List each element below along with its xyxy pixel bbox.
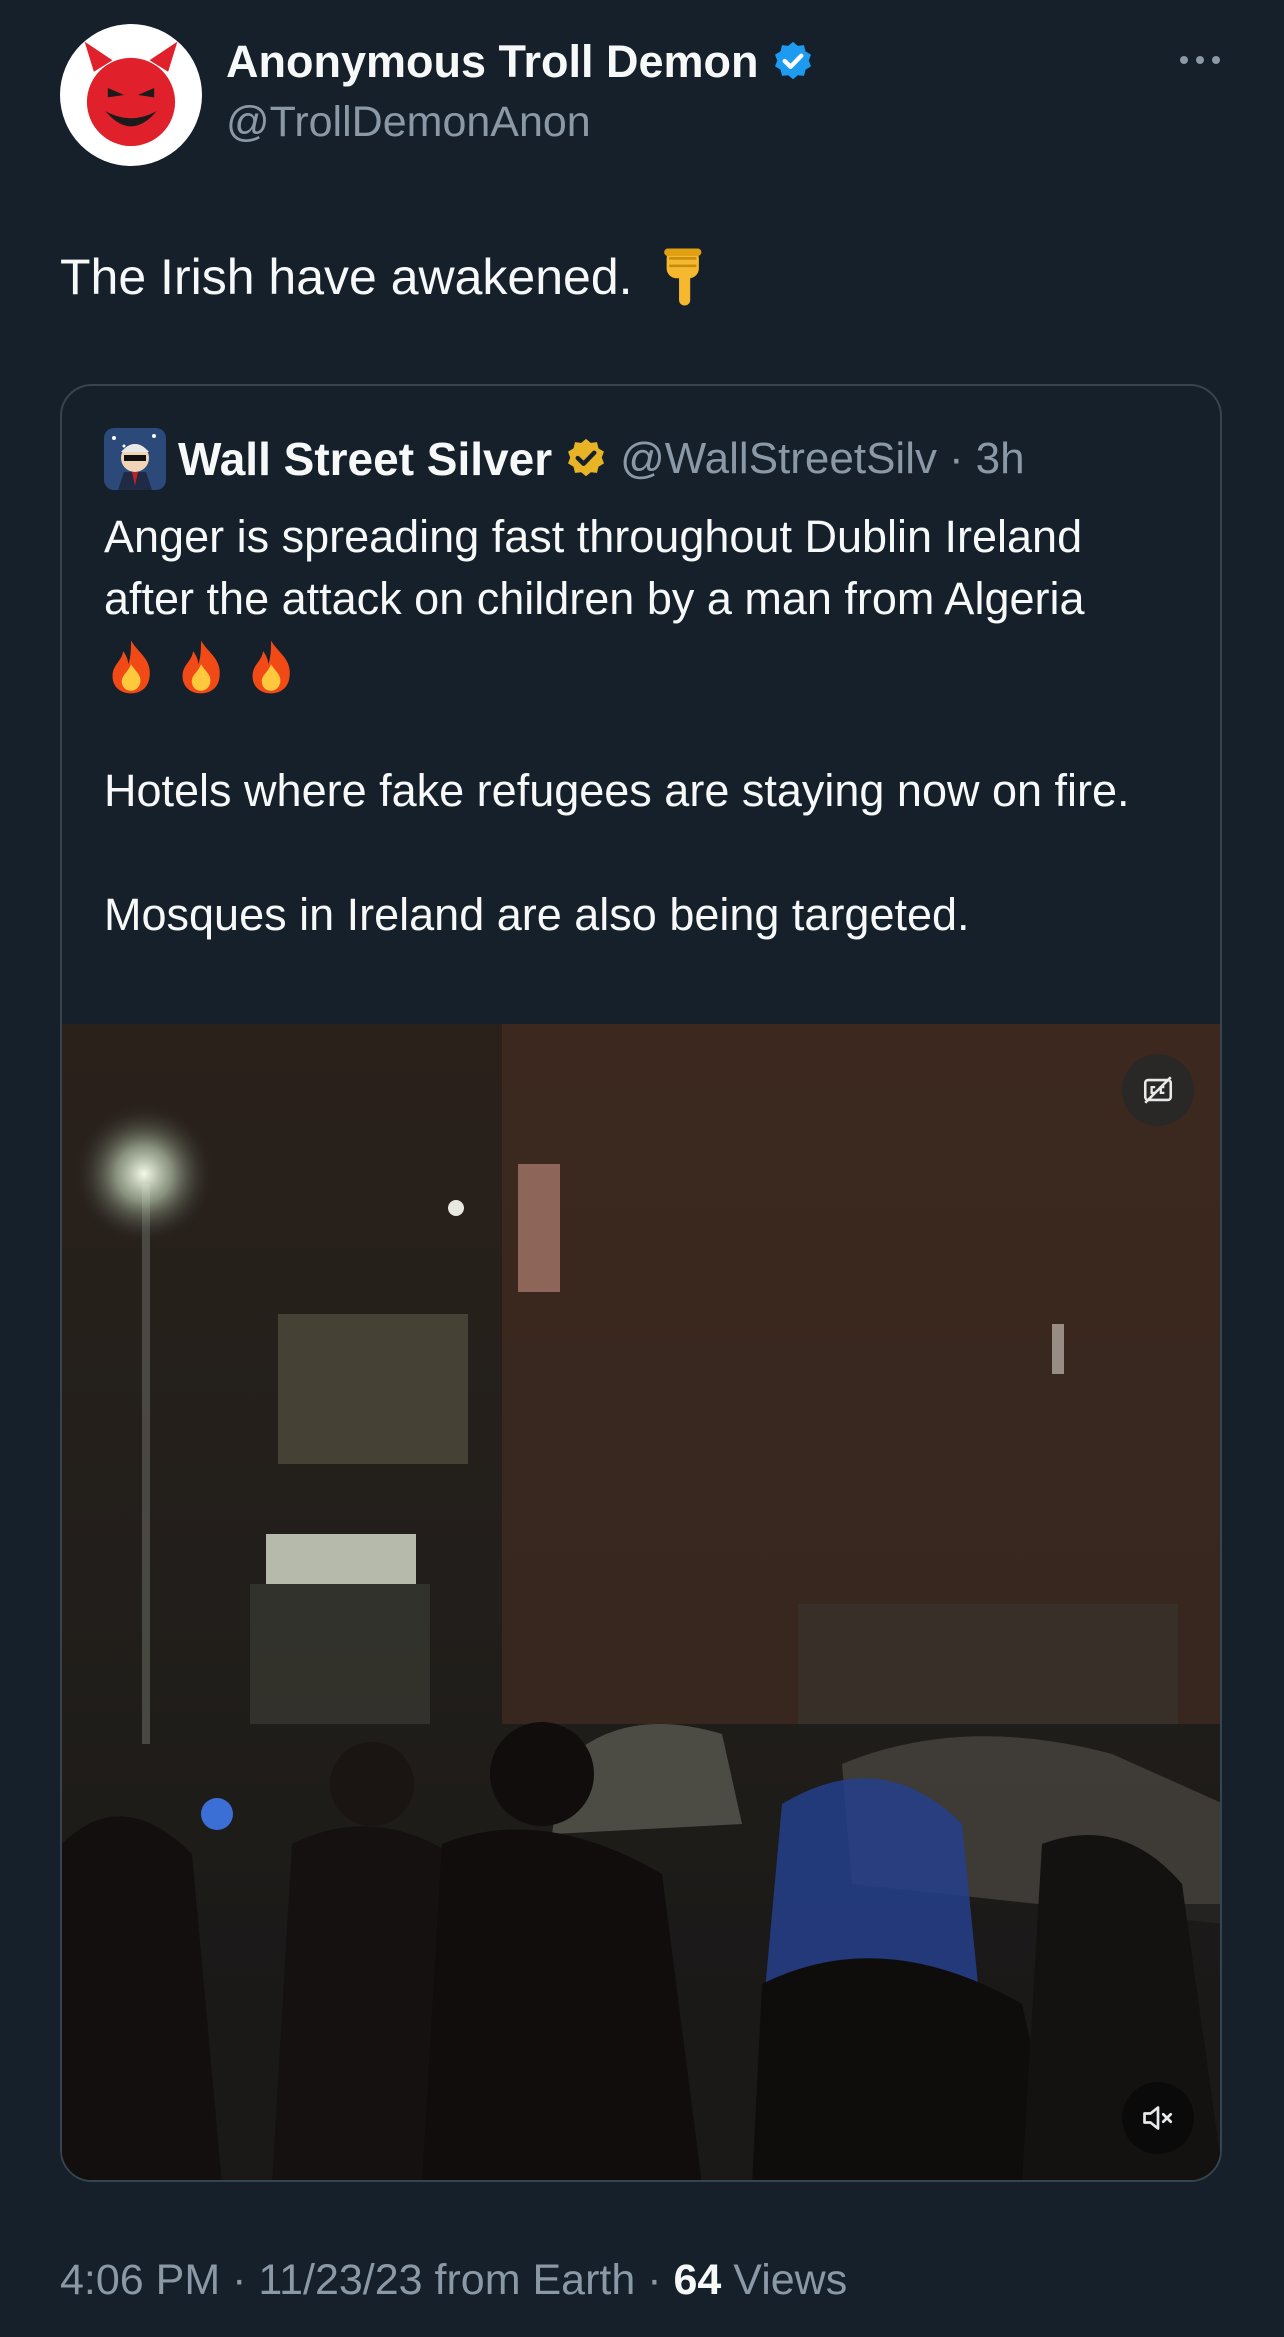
more-options-icon[interactable]	[1170, 40, 1230, 80]
views-count[interactable]: 64	[674, 2256, 722, 2304]
fire-icon	[252, 640, 290, 694]
tweet-source: from Earth	[434, 2256, 636, 2304]
captions-off-icon	[1143, 1076, 1173, 1104]
unmute-button[interactable]	[1122, 2082, 1194, 2154]
video-frame	[62, 1024, 1220, 2180]
tweet-metadata: 4:06 PM · 11/23/23 from Earth · 64 Views	[60, 2256, 847, 2305]
quoted-tweet-text: Anger is spreading fast throughout Dubli…	[104, 506, 1184, 946]
quoted-tweet-card[interactable]: Wall Street Silver @WallStreetSilv · 3h …	[60, 384, 1222, 2182]
tweet-text-row: The Irish have awakened.	[60, 246, 709, 308]
quoted-text-line2: Hotels where fake refugees are staying n…	[104, 765, 1130, 816]
quoted-separator: ·	[948, 434, 964, 483]
gold-verified-badge-icon	[568, 438, 605, 477]
wall-street-avatar-icon	[104, 428, 166, 490]
quoted-text-line3: Mosques in Ireland are also being target…	[104, 889, 970, 940]
fire-icon	[182, 640, 220, 694]
quoted-author-avatar[interactable]	[104, 428, 166, 490]
fire-icon	[112, 640, 150, 694]
quoted-tweet-header: Wall Street Silver @WallStreetSilv · 3h	[104, 428, 1025, 490]
author-avatar[interactable]	[60, 24, 202, 166]
author-display-name[interactable]: Anonymous Troll Demon	[226, 36, 759, 88]
pointing-down-hand-icon	[663, 248, 701, 306]
meta-separator: ·	[232, 2256, 247, 2304]
tweet-time[interactable]: 4:06 PM	[60, 2256, 220, 2304]
smiling-devil-icon	[84, 41, 178, 147]
author-handle[interactable]: @TrollDemonAnon	[226, 98, 591, 147]
volume-muted-icon	[1143, 2106, 1173, 2130]
tweet-text: The Irish have awakened.	[60, 249, 633, 305]
author-name-line[interactable]: Anonymous Troll Demon	[226, 36, 815, 88]
quoted-handle[interactable]: @WallStreetSilv	[620, 434, 937, 484]
views-label[interactable]: Views	[733, 2256, 847, 2304]
quoted-text-line1: Anger is spreading fast throughout Dubli…	[104, 511, 1085, 624]
tweet-date[interactable]: 11/23/23	[258, 2256, 422, 2304]
quoted-video-player[interactable]	[62, 1024, 1220, 2180]
verified-badge-icon	[774, 41, 811, 80]
meta-separator: ·	[647, 2256, 662, 2304]
fire-emojis	[104, 636, 1184, 698]
quoted-timestamp[interactable]: 3h	[976, 434, 1025, 484]
quoted-display-name[interactable]: Wall Street Silver	[178, 432, 552, 486]
captions-off-button[interactable]	[1122, 1054, 1194, 1126]
